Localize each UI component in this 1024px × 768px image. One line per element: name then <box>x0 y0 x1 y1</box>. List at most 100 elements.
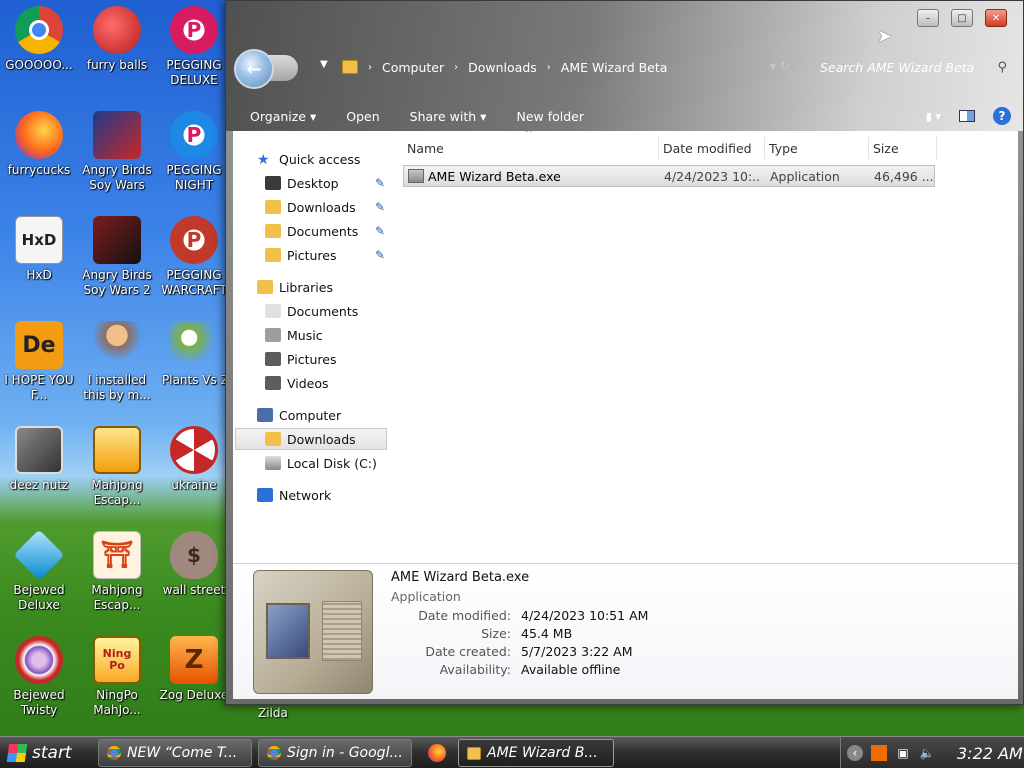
nav-local-disk[interactable]: Local Disk (C:) <box>265 452 377 474</box>
mahjong-tile-icon <box>93 426 141 474</box>
recent-locations-dropdown[interactable]: ▼ <box>320 59 328 70</box>
folder-icon <box>342 60 358 74</box>
column-size[interactable]: Size <box>869 137 937 159</box>
nav-lib-pictures[interactable]: Pictures <box>265 348 337 370</box>
details-file-type: Application <box>391 589 461 604</box>
refresh-icon[interactable]: ▾ ↻ <box>770 59 790 73</box>
torii-icon: ⛩ <box>93 531 141 579</box>
desktop-icon-hxd[interactable]: HxD HxD <box>1 210 77 310</box>
volume-icon[interactable]: 🔈 <box>919 745 935 761</box>
breadcrumb-ame-wizard-beta[interactable]: AME Wizard Beta <box>561 60 668 75</box>
network-tray-icon[interactable]: ▣ <box>895 745 911 761</box>
file-type: Application <box>770 168 840 184</box>
taskbar-item-chrome-2[interactable]: Sign in - Googl... <box>258 739 412 767</box>
desktop-icon-chrome[interactable]: GOOOOO... <box>1 0 77 100</box>
content-area: ★ Quick access Desktop ✎ Downloads ✎ Doc… <box>233 129 1018 563</box>
desktop: GOOOOO... furry balls P PEGGING DELUXE f… <box>0 0 229 735</box>
chevron-right-icon[interactable]: › <box>454 62 458 73</box>
nav-pictures-quick[interactable]: Pictures <box>265 244 337 266</box>
desktop-icon-ningpo-mahjong[interactable]: Ning Po NingPo MahJo... <box>79 630 155 730</box>
chevron-right-icon[interactable]: › <box>547 62 551 73</box>
file-name: AME Wizard Beta.exe <box>428 168 561 184</box>
firefox-icon <box>15 111 63 159</box>
hxd-icon: HxD <box>15 216 63 264</box>
column-type[interactable]: Type <box>765 137 869 159</box>
search-icon[interactable]: ⚲ <box>997 60 1007 75</box>
angry-birds-icon <box>93 111 141 159</box>
pin-icon[interactable]: ✎ <box>375 176 385 190</box>
desktop-icon-mahjong-escape-1[interactable]: Mahjong Escap... <box>79 420 155 520</box>
desktop-icon-i-installed[interactable]: I installed this by m... <box>79 315 155 415</box>
desktop-icon-furry-balls[interactable]: furry balls <box>79 0 155 100</box>
clock[interactable]: 3:22 AM <box>957 744 1023 763</box>
nav-quick-access[interactable]: ★ Quick access <box>257 148 360 170</box>
search-input[interactable]: Search AME Wizard Beta ⚲ <box>816 55 1011 79</box>
table-row[interactable]: AME Wizard Beta.exe 4/24/2023 10:... App… <box>403 165 935 187</box>
taskbar-item-explorer[interactable]: AME Wizard B... <box>458 739 614 767</box>
radiation-icon <box>170 426 218 474</box>
folder-icon <box>467 746 481 760</box>
organize-button[interactable]: Organize ▾ <box>250 109 316 124</box>
nav-lib-videos[interactable]: Videos <box>265 372 329 394</box>
nav-libraries[interactable]: Libraries <box>257 276 333 298</box>
desktop-icon-pegging-deluxe[interactable]: P PEGGING DELUXE <box>156 0 232 100</box>
command-bar: Organize ▾ Open Share with ▾ New folder … <box>226 101 1023 131</box>
desktop-icon-label-zilda[interactable]: Zilda <box>258 706 288 720</box>
peggle-icon: P <box>170 216 218 264</box>
pictures-icon <box>265 352 281 366</box>
maximize-button[interactable]: □ <box>951 9 973 27</box>
change-view-icon[interactable]: ▮ ▾ <box>926 110 941 123</box>
network-icon <box>257 488 273 502</box>
nav-documents-quick[interactable]: Documents <box>265 220 358 242</box>
column-name[interactable]: Name <box>403 137 659 159</box>
desktop-icon-wall-street[interactable]: $ wall street <box>156 525 232 625</box>
pin-icon[interactable]: ✎ <box>375 248 385 262</box>
preview-pane-icon[interactable] <box>959 110 975 122</box>
nav-downloads-quick[interactable]: Downloads <box>265 196 356 218</box>
column-date-modified[interactable]: Date modified <box>659 137 765 159</box>
help-icon[interactable]: ? <box>993 107 1011 125</box>
desktop-icon-pegging-night[interactable]: P PEGGING NIGHT <box>156 105 232 205</box>
chrome-icon <box>107 746 121 760</box>
close-button[interactable]: ✕ <box>985 9 1007 27</box>
desktop-icon-deez-nutz[interactable]: deez nutz <box>1 420 77 520</box>
details-row-availability: Availability: Available offline <box>439 662 621 677</box>
chevron-right-icon[interactable]: › <box>368 62 372 73</box>
pin-icon[interactable]: ✎ <box>375 224 385 238</box>
desktop-icon-plants-vs-z[interactable]: Plants Vs Z <box>156 315 232 415</box>
nav-downloads-computer[interactable]: Downloads <box>235 428 387 450</box>
new-folder-button[interactable]: New folder <box>516 109 584 124</box>
folder-icon <box>265 432 281 446</box>
desktop-icon-zog-deluxe[interactable]: Z Zog Deluxe <box>156 630 232 730</box>
open-button[interactable]: Open <box>346 109 379 124</box>
pin-icon[interactable]: ✎ <box>375 200 385 214</box>
start-button[interactable]: start <box>0 737 90 768</box>
minimize-button[interactable]: – <box>917 9 939 27</box>
desktop-icon-pegging-warcraft[interactable]: P PEGGING WARCRAFT <box>156 210 232 310</box>
firefox-icon[interactable] <box>428 744 446 762</box>
back-button[interactable]: ← <box>234 49 274 89</box>
nav-computer[interactable]: Computer <box>257 404 341 426</box>
show-hidden-icons-icon[interactable]: ‹ <box>847 745 863 761</box>
details-file-name: AME Wizard Beta.exe <box>391 570 530 585</box>
desktop-icon-bejeweled-twisty[interactable]: Bejewed Twisty <box>1 630 77 730</box>
breadcrumb-downloads[interactable]: Downloads <box>468 60 537 75</box>
breadcrumb-computer[interactable]: Computer <box>382 60 444 75</box>
desktop-icon-angry-birds-soy-wars-2[interactable]: Angry Birds Soy Wars 2 <box>79 210 155 310</box>
desktop-icon-mahjong-escape-2[interactable]: ⛩ Mahjong Escap... <box>79 525 155 625</box>
nav-lib-documents[interactable]: Documents <box>265 300 358 322</box>
share-with-button[interactable]: Share with ▾ <box>410 109 487 124</box>
desktop-icon-i-hope[interactable]: De I HOPE YOU F... <box>1 315 77 415</box>
stacked-windows-icon <box>15 426 63 474</box>
nav-desktop[interactable]: Desktop <box>265 172 339 194</box>
desktop-icon-furrycucks[interactable]: furrycucks <box>1 105 77 205</box>
nav-lib-music[interactable]: Music <box>265 324 323 346</box>
navigation-pane: ★ Quick access Desktop ✎ Downloads ✎ Doc… <box>233 131 393 563</box>
nav-network[interactable]: Network <box>257 484 331 506</box>
desktop-icon-bejeweled-deluxe[interactable]: Bejewed Deluxe <box>1 525 77 625</box>
desktop-icon-angry-birds-soy-wars[interactable]: Angry Birds Soy Wars <box>79 105 155 205</box>
app-tray-icon[interactable] <box>871 745 887 761</box>
taskbar-item-chrome-1[interactable]: NEW “Come T... <box>98 739 252 767</box>
desktop-icon-ukraine[interactable]: ukraine <box>156 420 232 520</box>
documents-icon <box>265 304 281 318</box>
